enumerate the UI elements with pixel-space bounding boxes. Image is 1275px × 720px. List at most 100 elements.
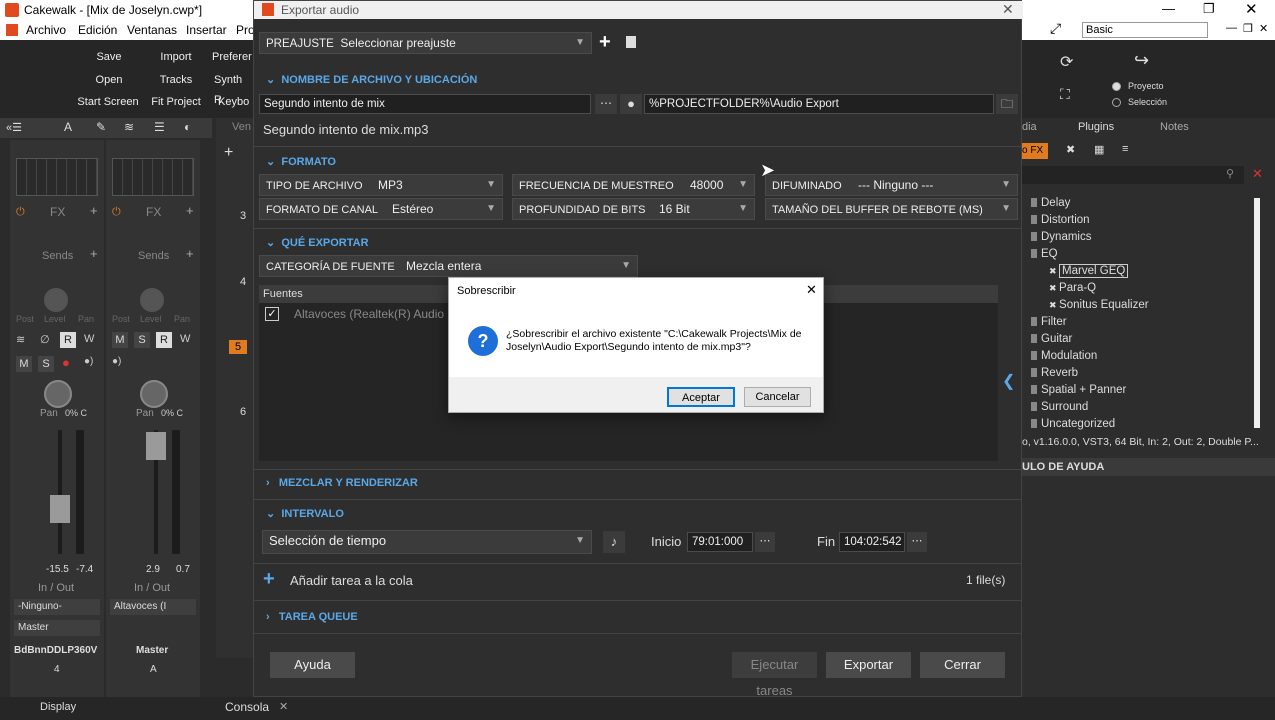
plugin-item-reverb[interactable]: Reverb [1031, 367, 1251, 384]
meter-icon[interactable]: ◐ [184, 120, 191, 134]
preset-select[interactable]: PREAJUSTE Seleccionar preajuste ▼ [259, 32, 592, 54]
section-what-export[interactable]: ⌄ QUÉ EXPORTAR [266, 236, 369, 249]
dither-select[interactable]: DIFUMINADO --- Ninguno --- ▼ [765, 174, 1018, 196]
menu-insertar[interactable]: Insertar [186, 23, 227, 37]
add-track-icon[interactable]: + [224, 144, 233, 162]
menu-archivo[interactable]: Archivo [26, 23, 66, 37]
add-preset-icon[interactable]: + [599, 31, 611, 54]
fit-icon[interactable]: ⛶ [1060, 86, 1070, 103]
path-field[interactable]: %PROJECTFOLDER%\Audio Export [644, 94, 994, 114]
export-button[interactable]: Exportar [826, 652, 911, 678]
solo-button[interactable]: S [38, 356, 54, 372]
folder-icon[interactable]: 🗀 [996, 94, 1018, 114]
music-note-icon[interactable]: ♪ [603, 531, 625, 553]
fx-add-icon[interactable]: + [90, 203, 98, 218]
console-tool-icon[interactable]: «☰ [6, 121, 22, 134]
plugin-item-filter[interactable]: Filter [1031, 316, 1251, 333]
plugin-item-para-q[interactable]: ✖ Para-Q [1031, 282, 1251, 299]
text-icon[interactable]: A [64, 120, 72, 134]
loop-icon[interactable]: ⟳ [1060, 52, 1073, 72]
run-tasks-button[interactable]: Ejecutar tareas [732, 652, 817, 698]
plugin-search[interactable] [1022, 166, 1244, 184]
input-echo-icon[interactable]: ●) [84, 356, 93, 367]
source-checkbox[interactable]: ✓ [265, 307, 279, 321]
write-button[interactable]: W [180, 333, 190, 345]
close-button[interactable]: Cerrar [920, 652, 1005, 678]
output-select[interactable]: Master [14, 620, 100, 636]
tree-icon[interactable]: ≡ [1122, 143, 1128, 155]
file-type-select[interactable]: TIPO DE ARCHIVO MP3 ▼ [259, 174, 503, 196]
keyboard-button[interactable]: Keybo [218, 92, 253, 112]
add-task-label[interactable]: Añadir tarea a la cola [290, 573, 413, 588]
plugin-item-distortion[interactable]: Distortion [1031, 214, 1251, 231]
display-label[interactable]: Display [40, 701, 76, 713]
interval-select[interactable]: Selección de tiempo ▼ [262, 530, 592, 554]
mute-button[interactable]: M [16, 356, 32, 372]
plugins-tab[interactable]: Plugins [1078, 121, 1114, 133]
mute-button[interactable]: M [112, 332, 128, 348]
console-tab-close-icon[interactable]: ✕ [279, 700, 288, 713]
plugin-item-guitar[interactable]: Guitar [1031, 333, 1251, 350]
fx-add-icon[interactable]: + [186, 203, 194, 218]
menu-edicion[interactable]: Edición [78, 23, 117, 37]
workspace-select[interactable]: Basic [1082, 22, 1208, 38]
cancel-button[interactable]: Cancelar [744, 387, 811, 407]
share-icon[interactable]: ↪ [1134, 50, 1149, 71]
volume-fader[interactable] [50, 495, 70, 523]
plugin-item-eq[interactable]: EQ [1031, 248, 1251, 265]
end-field[interactable]: 104:02:542 [839, 532, 905, 552]
tag-icon[interactable]: ● [620, 94, 642, 114]
fx-power-icon[interactable]: ⏻ [112, 206, 121, 219]
menu-ventanas[interactable]: Ventanas [127, 23, 177, 37]
accept-button[interactable]: Aceptar [667, 387, 735, 407]
read-button[interactable]: R [60, 332, 76, 348]
start-field[interactable]: 79:01:000 [687, 532, 753, 552]
pan-knob[interactable] [44, 380, 72, 408]
dialog-close-icon[interactable]: ✕ [1002, 1, 1014, 18]
buffer-size-select[interactable]: TAMAÑO DEL BUFFER DE REBOTE (MS) ▼ [765, 198, 1018, 220]
filename-options-button[interactable]: ⋯ [595, 94, 617, 114]
save-button[interactable]: Save [78, 47, 140, 67]
read-button[interactable]: R [156, 332, 172, 348]
minimize-icon[interactable]: — [1162, 1, 1175, 16]
plugin-item-uncategorized[interactable]: Uncategorized [1031, 418, 1251, 435]
filename-field[interactable]: Segundo intento de mix [259, 94, 591, 114]
section-task-queue[interactable]: › TAREA QUEUE [266, 611, 358, 623]
close-icon[interactable]: ✕ [1245, 0, 1258, 18]
plugin-scrollbar[interactable] [1254, 198, 1260, 428]
phase-icon[interactable]: ∅ [40, 333, 50, 346]
write-enable-icon[interactable]: ≋ [16, 333, 25, 346]
search-icon[interactable]: ⚲ [1226, 167, 1234, 180]
tracks-button[interactable]: Tracks [146, 70, 206, 90]
plugin-item-surround[interactable]: Surround [1031, 401, 1251, 418]
media-tab[interactable]: dia [1022, 121, 1037, 133]
input-echo-icon[interactable]: ●) [112, 356, 121, 367]
solo-button[interactable]: S [134, 332, 150, 348]
doc-minimize-icon[interactable]: — [1226, 22, 1237, 34]
write-button[interactable]: W [84, 333, 94, 345]
plugin-item-modulation[interactable]: Modulation [1031, 350, 1251, 367]
fit-project-button[interactable]: Fit Project [146, 92, 206, 112]
volume-fader[interactable] [146, 432, 166, 460]
start-screen-button[interactable]: Start Screen [74, 92, 142, 112]
fx-icon[interactable]: ✖ [1066, 143, 1075, 156]
plugin-item-marvel-geq[interactable]: ✖ Marvel GEQ [1031, 264, 1251, 282]
section-interval[interactable]: ⌄ INTERVALO [266, 507, 344, 520]
level-knob[interactable] [44, 288, 68, 312]
delete-preset-icon[interactable] [626, 36, 636, 48]
plugin-item-sonitus-eq[interactable]: ✖ Sonitus Equalizer [1031, 299, 1251, 316]
section-format[interactable]: ⌄ FORMATO [266, 155, 336, 168]
bit-depth-select[interactable]: PROFUNDIDAD DE BITS 16 Bit ▼ [512, 198, 755, 220]
section-filename[interactable]: ⌄ NOMBRE DE ARCHIVO Y UBICACIÓN [266, 73, 477, 86]
radio-proyecto[interactable] [1112, 82, 1121, 91]
draw-icon[interactable]: ✎ [96, 120, 106, 134]
plugin-item-spatial[interactable]: Spatial + Panner [1031, 384, 1251, 401]
help-button[interactable]: Ayuda [270, 652, 355, 678]
channel-format-select[interactable]: FORMATO DE CANAL Estéreo ▼ [259, 198, 503, 220]
plugin-item-dynamics[interactable]: Dynamics [1031, 231, 1251, 248]
restore-icon[interactable]: ❐ [1203, 1, 1215, 17]
doc-close-icon[interactable]: ✕ [1259, 22, 1268, 35]
input-select[interactable]: Altavoces (I [110, 599, 196, 615]
import-button[interactable]: Import [146, 47, 206, 67]
doc-restore-icon[interactable]: ❐ [1243, 22, 1253, 35]
